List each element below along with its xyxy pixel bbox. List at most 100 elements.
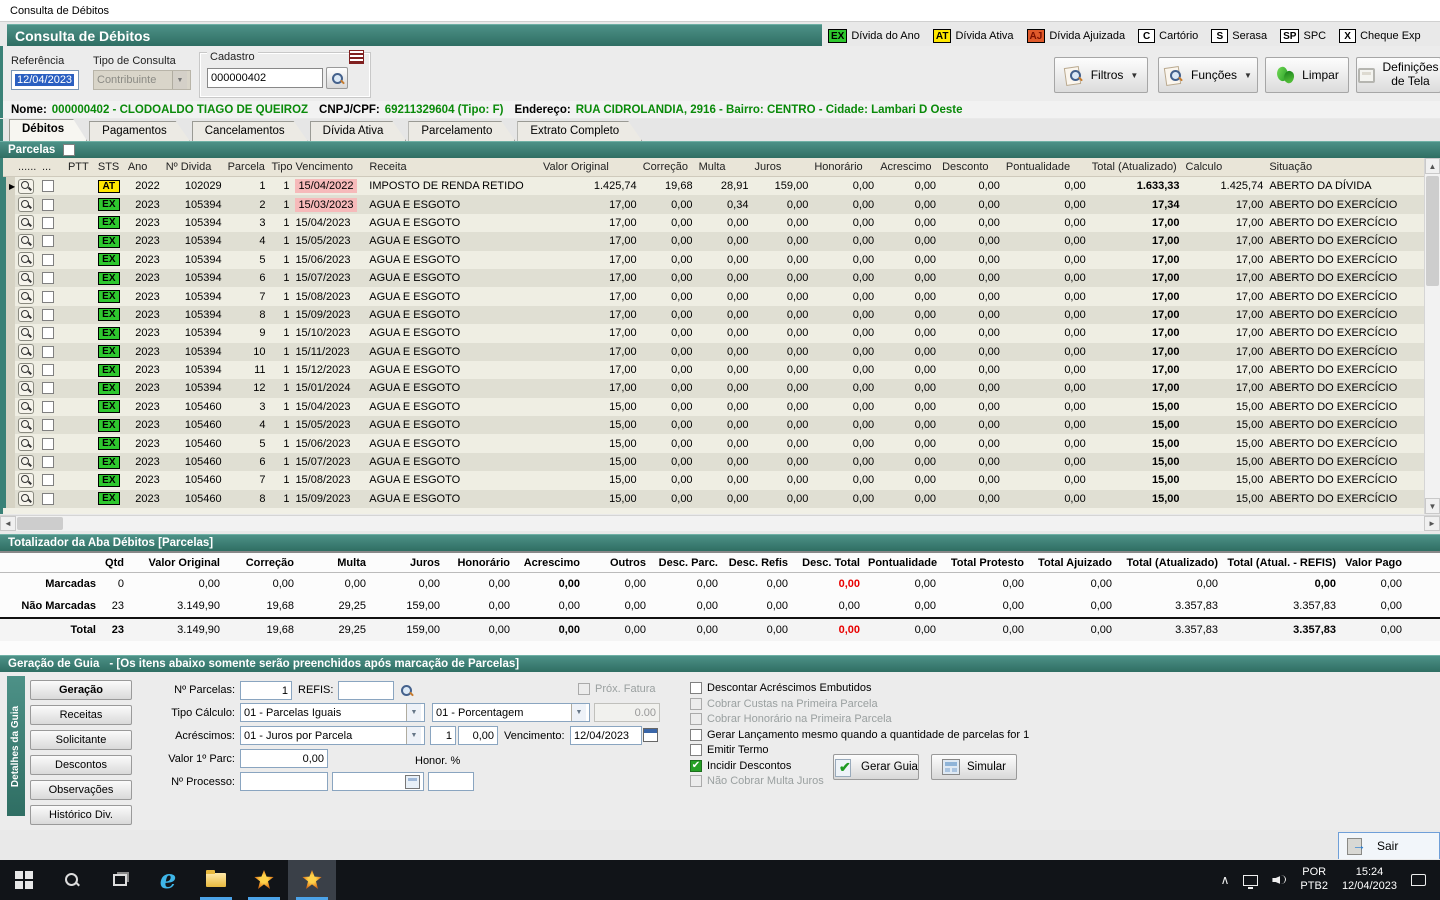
start-button[interactable]	[0, 860, 48, 900]
row-checkbox[interactable]	[41, 345, 54, 358]
refis-input[interactable]	[338, 681, 394, 700]
acrescimos-qty-input[interactable]: 1	[430, 726, 456, 745]
filtros-button[interactable]: Filtros ▼	[1054, 57, 1148, 93]
task-view-button[interactable]	[96, 860, 144, 900]
guia-sidebtn-hist-rico-div-[interactable]: Histórico Div.	[30, 805, 132, 825]
row-checkbox[interactable]	[41, 253, 54, 266]
horizontal-scrollbar[interactable]: ◄ ►	[0, 515, 1440, 531]
guia-checkbox-3[interactable]: Gerar Lançamento mesmo quando a quantida…	[690, 728, 1029, 741]
horizontal-scroll-thumb[interactable]	[17, 517, 63, 530]
row-checkbox[interactable]	[41, 180, 54, 193]
row-checkbox[interactable]	[41, 308, 54, 321]
guia-sidebtn-gera-o[interactable]: Geração	[30, 680, 132, 700]
prox-fatura-checkbox[interactable]: Próx. Fatura	[578, 683, 656, 695]
row-checkbox[interactable]	[41, 456, 54, 469]
clock[interactable]: 15:24 12/04/2023	[1342, 866, 1397, 894]
tab-pagamentos[interactable]: Pagamentos	[89, 121, 190, 141]
row-checkbox[interactable]	[41, 364, 54, 377]
tray-expand-icon[interactable]: ∧	[1221, 873, 1230, 887]
tab-parcelamento[interactable]: Parcelamento	[408, 121, 515, 141]
row-checkbox[interactable]	[41, 235, 54, 248]
scroll-down-icon[interactable]: ▼	[1425, 498, 1440, 514]
scroll-up-icon[interactable]: ▲	[1425, 158, 1440, 174]
row-detail-button[interactable]	[18, 472, 34, 488]
vertical-scrollbar[interactable]: ▲ ▼	[1424, 158, 1440, 514]
row-detail-button[interactable]	[18, 178, 34, 194]
tipo-consulta-select[interactable]: Contribuinte ▼	[93, 70, 191, 90]
scroll-right-icon[interactable]: ►	[1424, 516, 1440, 531]
porcentagem-select[interactable]: 01 - Porcentagem ▼	[432, 703, 590, 722]
simular-button[interactable]: Simular	[931, 754, 1017, 780]
processo-aux-input[interactable]	[332, 772, 424, 791]
calculator-icon[interactable]	[405, 774, 420, 789]
tab-extrato-completo[interactable]: Extrato Completo	[517, 121, 642, 141]
taskbar-search-button[interactable]	[48, 860, 96, 900]
network-icon[interactable]	[1243, 874, 1259, 889]
row-checkbox[interactable]	[41, 437, 54, 450]
row-detail-button[interactable]	[18, 307, 34, 323]
tab-débitos[interactable]: Débitos	[9, 119, 87, 141]
row-detail-button[interactable]	[18, 270, 34, 286]
row-checkbox[interactable]	[41, 492, 54, 505]
row-checkbox[interactable]	[41, 382, 54, 395]
guia-checkbox-1[interactable]: Cobrar Custas na Primeira Parcela	[690, 697, 878, 710]
tipo-calculo-select[interactable]: 01 - Parcelas Iguais ▼	[240, 703, 425, 722]
row-detail-button[interactable]	[18, 197, 34, 213]
row-checkbox[interactable]	[41, 474, 54, 487]
parcelas-select-all-checkbox[interactable]	[63, 144, 76, 156]
calendar-icon[interactable]	[643, 728, 658, 742]
internet-explorer-button[interactable]: e	[144, 860, 192, 900]
row-detail-button[interactable]	[18, 380, 34, 396]
gerar-guia-button[interactable]: Gerar Guia	[833, 754, 919, 780]
referencia-input[interactable]: 12/04/2023	[11, 70, 79, 90]
row-detail-button[interactable]	[18, 491, 34, 507]
funcoes-button[interactable]: Funções ▼	[1158, 57, 1258, 93]
guia-checkbox-2[interactable]: Cobrar Honorário na Primeira Parcela	[690, 713, 892, 725]
guia-sidebtn-observa-es[interactable]: Observações	[30, 780, 132, 800]
vertical-scroll-thumb[interactable]	[1426, 176, 1439, 286]
row-detail-button[interactable]	[18, 399, 34, 415]
guia-sidebtn-descontos[interactable]: Descontos	[30, 755, 132, 775]
vencimento-input[interactable]: 12/04/2023	[570, 726, 642, 745]
guia-checkbox-5[interactable]: ✔ Incidir Descontos	[690, 759, 791, 772]
valor-parc-input[interactable]: 0,00	[240, 749, 328, 768]
refis-search-button[interactable]	[396, 680, 416, 700]
row-detail-button[interactable]	[18, 252, 34, 268]
row-checkbox[interactable]	[41, 272, 54, 285]
sair-button[interactable]: Sair	[1377, 839, 1398, 853]
row-detail-button[interactable]	[18, 362, 34, 378]
row-detail-button[interactable]	[18, 233, 34, 249]
row-detail-button[interactable]	[18, 344, 34, 360]
guia-checkbox-0[interactable]: Descontar Acréscimos Embutidos	[690, 682, 871, 694]
limpar-button[interactable]: Limpar	[1265, 57, 1349, 93]
definicoes-tela-button[interactable]: Definições de Tela	[1356, 57, 1440, 93]
file-explorer-button[interactable]	[192, 860, 240, 900]
acrescimos-select[interactable]: 01 - Juros por Parcela ▼	[240, 726, 425, 745]
honor-input[interactable]	[428, 772, 474, 791]
row-checkbox[interactable]	[41, 198, 54, 211]
cadastro-input[interactable]: 000000402	[207, 68, 323, 88]
row-detail-button[interactable]	[18, 325, 34, 341]
acrescimos-valor-input[interactable]: 0,00	[458, 726, 498, 745]
list-icon[interactable]	[349, 50, 364, 64]
row-detail-button[interactable]	[18, 436, 34, 452]
row-detail-button[interactable]	[18, 215, 34, 231]
guia-sidebtn-receitas[interactable]: Receitas	[30, 705, 132, 725]
row-checkbox[interactable]	[41, 290, 54, 303]
row-detail-button[interactable]	[18, 454, 34, 470]
language-indicator[interactable]: POR PTB2	[1300, 866, 1328, 894]
row-checkbox[interactable]	[41, 327, 54, 340]
n-parcelas-input[interactable]: 1	[240, 681, 292, 700]
guia-checkbox-4[interactable]: Emitir Termo	[690, 744, 769, 756]
processo-input[interactable]	[240, 772, 328, 791]
guia-sidebtn-solicitante[interactable]: Solicitante	[30, 730, 132, 750]
row-checkbox[interactable]	[41, 400, 54, 413]
cadastro-search-button[interactable]	[326, 67, 348, 89]
app-button-1[interactable]	[240, 860, 288, 900]
tab-cancelamentos[interactable]: Cancelamentos	[192, 121, 308, 141]
guia-checkbox-6[interactable]: Não Cobrar Multa Juros	[690, 775, 824, 787]
app-button-2-active[interactable]	[288, 860, 336, 900]
row-detail-button[interactable]	[18, 289, 34, 305]
notification-icon[interactable]	[1411, 874, 1426, 886]
row-checkbox[interactable]	[41, 419, 54, 432]
